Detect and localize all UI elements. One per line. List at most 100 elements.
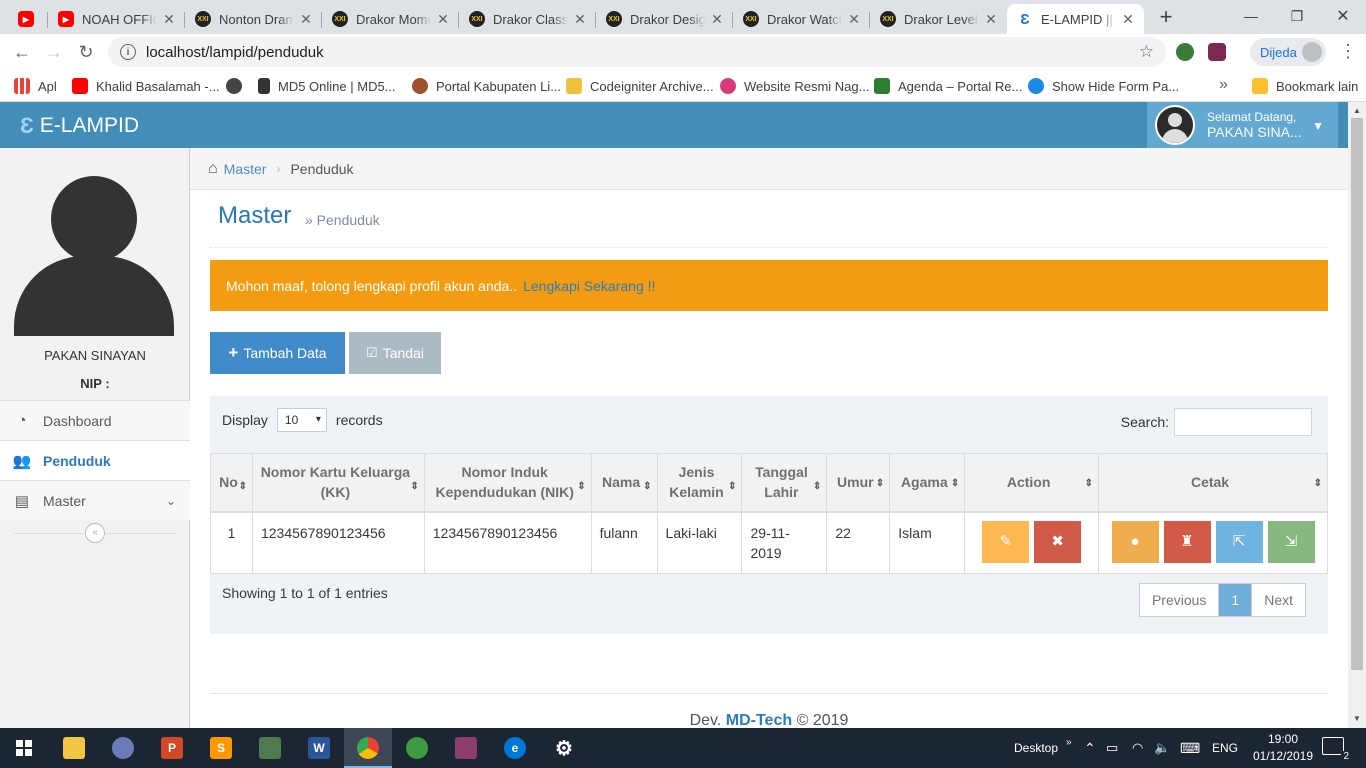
reload-button[interactable]: ↻ xyxy=(72,38,100,66)
column-header-nama[interactable]: Nama ⇕ xyxy=(590,453,658,513)
language-indicator[interactable]: ENG xyxy=(1212,728,1238,768)
close-tab-icon[interactable]: ✕ xyxy=(846,11,862,28)
delete-button[interactable]: ✖ xyxy=(1034,520,1082,563)
collapse-sidebar-icon[interactable]: « xyxy=(85,523,105,543)
sidebar-item-dashboard[interactable]: ◔ Dashboard xyxy=(0,400,190,440)
volume-icon[interactable]: 🔈 xyxy=(1154,728,1170,768)
tab-elampid[interactable]: Ɛ E-LAMPID || Ma ✕ xyxy=(1007,4,1144,34)
address-bar[interactable]: i localhost/lampid/penduduk ☆ xyxy=(108,37,1166,67)
close-tab-icon[interactable]: ✕ xyxy=(709,11,725,28)
clock[interactable]: 19:00 01/12/2019 xyxy=(1250,731,1316,765)
maximize-button[interactable]: ❐ xyxy=(1274,0,1320,32)
profile-button[interactable]: Dijeda xyxy=(1250,38,1326,66)
menu-kebab-icon[interactable]: ⋮ xyxy=(1336,40,1360,64)
bookmark-portal-kabupaten[interactable]: Portal Kabupaten Li... xyxy=(412,76,561,96)
close-tab-icon[interactable]: ✕ xyxy=(435,11,451,28)
notes-app[interactable] xyxy=(246,728,294,768)
notification-icon[interactable]: 2 xyxy=(1322,737,1351,762)
settings-app[interactable]: ⚙ xyxy=(540,728,588,768)
page-1-button[interactable]: 1 xyxy=(1218,584,1253,616)
search-input[interactable] xyxy=(1174,408,1312,436)
edge-app[interactable]: e xyxy=(491,728,539,768)
close-window-button[interactable]: ✕ xyxy=(1320,0,1366,32)
bookmark-show-hide[interactable]: Show Hide Form Pa... xyxy=(1028,76,1179,96)
add-data-button[interactable]: + Tambah Data xyxy=(210,332,345,374)
more-bookmarks-icon[interactable]: » xyxy=(1219,76,1228,94)
column-header-kk[interactable]: Nomor Kartu Keluarga (KK) ⇕ xyxy=(251,453,425,513)
show-hidden-icons[interactable]: ⌃ xyxy=(1084,728,1096,768)
tab-drakor-class[interactable]: XXI Drakor Class of ✕ xyxy=(459,4,596,34)
bookmark-codeigniter[interactable]: Codeigniter Archive... xyxy=(566,76,714,96)
print-person-button[interactable]: ● xyxy=(1111,520,1159,563)
forward-button[interactable]: → xyxy=(40,38,68,66)
column-header-no[interactable]: No ⇕ xyxy=(210,453,253,513)
tab-noah-official[interactable]: ▶ NOAH OFFICIAL ✕ xyxy=(48,4,185,34)
column-header-tanggal-lahir[interactable]: Tanggal Lahir ⇕ xyxy=(741,453,828,513)
bookmark-agenda[interactable]: Agenda – Portal Re... xyxy=(874,76,1022,96)
tab-drakor-design[interactable]: XXI Drakor Design ✕ xyxy=(596,4,733,34)
bookmark-star-icon[interactable]: ☆ xyxy=(1139,42,1154,62)
tab-youtube[interactable]: ▶ xyxy=(8,4,48,34)
tab-drakor-level[interactable]: XXI Drakor Level Up ✕ xyxy=(870,4,1007,34)
scroll-down-icon[interactable]: ▼ xyxy=(1353,714,1361,723)
bookmark-apps[interactable]: Apl xyxy=(14,76,57,96)
powerpoint-app[interactable]: P xyxy=(148,728,196,768)
start-button[interactable] xyxy=(0,728,48,768)
winrar-app[interactable] xyxy=(442,728,490,768)
edit-button[interactable]: ✎ xyxy=(982,520,1030,563)
dolphin-app[interactable] xyxy=(99,728,147,768)
tab-drakor-watch[interactable]: XXI Drakor Watch ✕ xyxy=(733,4,870,34)
brand-link[interactable]: Ɛ E-LAMPID xyxy=(20,113,139,139)
file-explorer-app[interactable] xyxy=(50,728,98,768)
chrome-app[interactable] xyxy=(344,728,392,768)
extension-globe-icon[interactable] xyxy=(1176,43,1194,61)
user-menu[interactable]: Selamat Datang, PAKAN SINA... ▼ xyxy=(1147,102,1338,148)
column-header-agama[interactable]: Agama ⇕ xyxy=(889,453,966,513)
word-icon: W xyxy=(308,737,330,759)
bookmark-globe[interactable] xyxy=(226,76,250,96)
sidebar-item-master[interactable]: ▤ Master ⌄ xyxy=(0,480,190,520)
elampid-icon: Ɛ xyxy=(1020,10,1030,28)
page-length-select[interactable]: 10 xyxy=(276,408,327,432)
extension-icon[interactable] xyxy=(1208,43,1226,61)
close-tab-icon[interactable]: ✕ xyxy=(1120,11,1136,28)
column-header-cetak[interactable]: Cetak ⇕ xyxy=(1098,453,1328,513)
close-tab-icon[interactable]: ✕ xyxy=(572,11,588,28)
column-header-umur[interactable]: Umur ⇕ xyxy=(826,453,891,513)
word-app[interactable]: W xyxy=(295,728,343,768)
bookmark-md5[interactable]: MD5 Online | MD5... xyxy=(258,76,396,96)
print-death-button[interactable]: ♜ xyxy=(1163,520,1211,563)
print-move-out-button[interactable]: ⇱ xyxy=(1215,520,1263,563)
breadcrumb-master-link[interactable]: Master xyxy=(224,161,267,177)
column-header-nik[interactable]: Nomor Induk Kependudukan (NIK) ⇕ xyxy=(423,453,592,513)
wifi-icon[interactable]: ◠ xyxy=(1132,728,1143,768)
scrollbar-thumb[interactable] xyxy=(1351,118,1363,670)
bookmark-website-resmi[interactable]: Website Resmi Nag... xyxy=(720,76,869,96)
battery-icon[interactable]: ▭ xyxy=(1106,728,1118,768)
sublime-app[interactable]: S xyxy=(197,728,245,768)
mark-button[interactable]: ☑ Tandai xyxy=(349,332,441,374)
bookmark-other[interactable]: Bookmark lain xyxy=(1252,76,1358,96)
column-header-jenis-kelamin[interactable]: Jenis Kelamin ⇕ xyxy=(656,453,743,513)
desktop-toolbar[interactable]: Desktop » xyxy=(1014,728,1072,768)
next-page-button[interactable]: Next xyxy=(1252,584,1305,616)
back-button[interactable]: ← xyxy=(8,38,36,66)
new-tab-button[interactable]: + xyxy=(1154,6,1178,30)
globe-app[interactable] xyxy=(393,728,441,768)
print-move-in-button[interactable]: ⇲ xyxy=(1267,520,1315,563)
keyboard-icon[interactable]: ⌨ xyxy=(1180,728,1200,768)
close-tab-icon[interactable]: ✕ xyxy=(298,11,314,28)
bookmark-khalid[interactable]: Khalid Basalamah -... xyxy=(72,76,220,96)
tab-drakor-moments[interactable]: XXI Drakor Moments ✕ xyxy=(322,4,459,34)
minimize-button[interactable]: — xyxy=(1228,0,1274,32)
page-scrollbar[interactable]: ▲ ▼ xyxy=(1348,102,1366,728)
info-icon[interactable]: i xyxy=(120,44,136,60)
complete-profile-link[interactable]: Lengkapi Sekarang !! xyxy=(523,278,655,294)
previous-page-button[interactable]: Previous xyxy=(1140,584,1218,616)
close-tab-icon[interactable]: ✕ xyxy=(161,11,177,28)
tab-nonton-drama[interactable]: XXI Nonton Drama ✕ xyxy=(185,4,322,34)
column-header-action[interactable]: Action ⇕ xyxy=(964,453,1100,513)
scroll-up-icon[interactable]: ▲ xyxy=(1353,106,1361,115)
close-tab-icon[interactable]: ✕ xyxy=(983,11,999,28)
sidebar-item-penduduk[interactable]: 👥 Penduduk xyxy=(0,440,190,480)
